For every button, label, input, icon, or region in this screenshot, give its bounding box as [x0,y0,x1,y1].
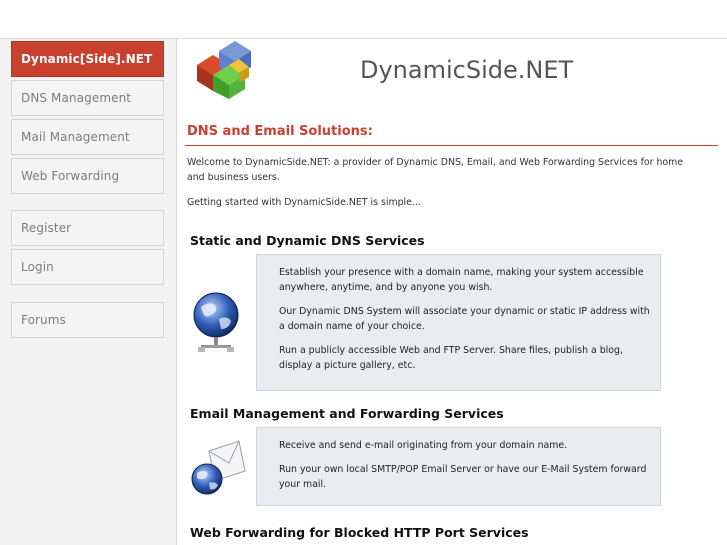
sidebar: Dynamic[Side].NET DNS Management Mail Ma… [0,39,177,545]
sidebar-item-forums[interactable]: Forums [11,302,164,338]
network-globe-icon [193,292,239,352]
dns-services-box: Establish your presence with a domain na… [256,254,661,391]
heading-divider [185,145,718,146]
email-paragraph: Receive and send e-mail originating from… [279,440,568,451]
dns-paragraph: Run a publicly accessible Web and FTP Se… [279,345,623,371]
sidebar-item-login[interactable]: Login [11,249,164,285]
getting-started-text: Getting started with DynamicSide.NET is … [187,197,421,208]
welcome-text: Welcome to DynamicSide.NET: a provider o… [187,157,684,183]
sidebar-item-register[interactable]: Register [11,210,164,246]
dns-paragraph: Establish your presence with a domain na… [279,267,644,293]
page: Dynamic[Side].NET DNS Management Mail Ma… [0,38,727,545]
dns-services-title: Static and Dynamic DNS Services [190,233,425,248]
puzzle-cube-logo-icon[interactable] [191,39,261,101]
sidebar-item-dns-management[interactable]: DNS Management [11,80,164,116]
web-forwarding-title: Web Forwarding for Blocked HTTP Port Ser… [190,525,529,540]
sidebar-item-web-forwarding[interactable]: Web Forwarding [11,158,164,194]
email-globe-icon [191,440,246,495]
email-services-box: Receive and send e-mail originating from… [256,427,661,506]
sidebar-item-home[interactable]: Dynamic[Side].NET [11,41,164,77]
sidebar-item-mail-management[interactable]: Mail Management [11,119,164,155]
email-services-title: Email Management and Forwarding Services [190,406,504,421]
main-content: DynamicSide.NET DNS and Email Solutions:… [177,39,727,545]
section-heading: DNS and Email Solutions: [187,124,373,139]
site-title: DynamicSide.NET [360,56,574,84]
dns-paragraph: Our Dynamic DNS System will associate yo… [279,306,650,332]
email-paragraph: Run your own local SMTP/POP Email Server… [279,464,647,490]
